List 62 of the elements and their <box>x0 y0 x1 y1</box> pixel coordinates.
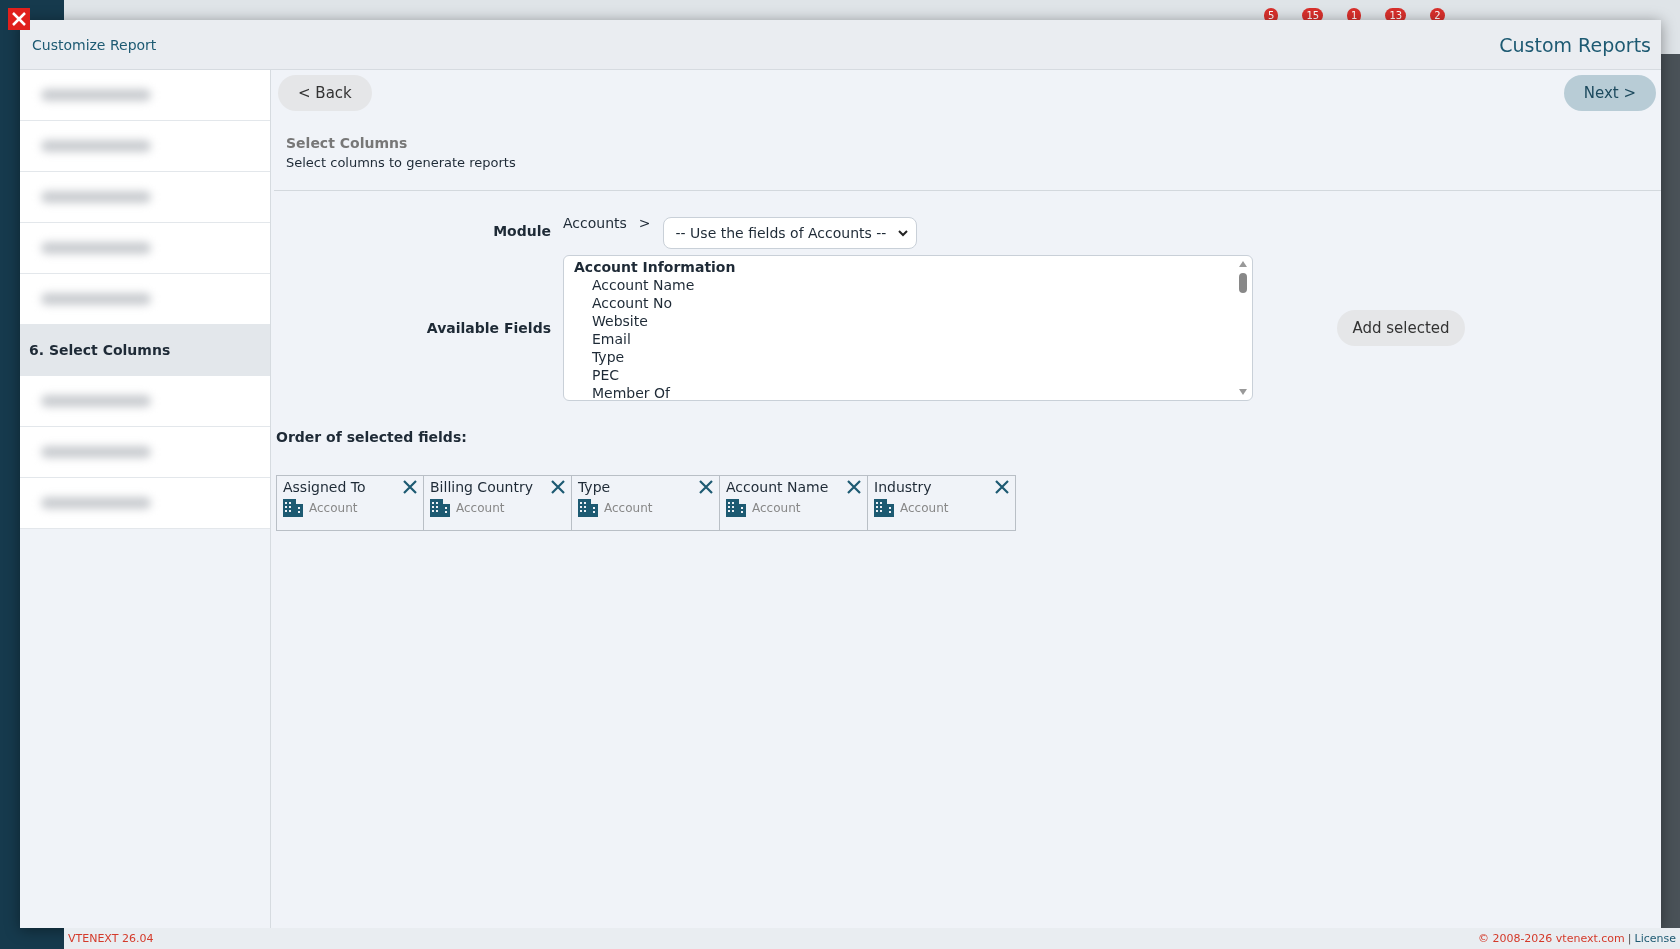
sidebar-item[interactable] <box>20 478 270 529</box>
scrollbar[interactable] <box>1238 260 1248 396</box>
field-name: Assigned To <box>283 479 366 495</box>
sidebar-item[interactable] <box>20 427 270 478</box>
selected-fields-label: Order of selected fields: <box>276 429 468 445</box>
sidebar-item[interactable] <box>20 121 270 172</box>
separator-text: > <box>638 215 651 231</box>
sidebar-item[interactable]: 6. Select Columns <box>20 325 270 376</box>
license-link[interactable]: License <box>1634 932 1676 945</box>
field-name: Industry <box>874 479 932 495</box>
page-heading: Custom Reports <box>1499 33 1651 56</box>
sidebar-item[interactable] <box>20 70 270 121</box>
module-name: Accounts <box>563 215 627 231</box>
field-module: Account <box>604 501 653 515</box>
version-text: VTENEXT 26.04 <box>68 932 154 945</box>
field-module: Account <box>456 501 505 515</box>
remove-icon[interactable] <box>403 480 417 494</box>
back-button[interactable]: < Back <box>278 75 372 111</box>
module-dropdown[interactable]: -- Use the fields of Accounts -- <box>662 217 918 249</box>
building-icon <box>283 499 303 517</box>
building-icon <box>578 499 598 517</box>
list-option[interactable]: Account Name <box>574 276 1252 294</box>
field-label: Module <box>492 223 551 239</box>
list-option[interactable]: PEC <box>574 366 1252 384</box>
sidebar-item[interactable] <box>20 223 270 274</box>
remove-icon[interactable] <box>847 480 861 494</box>
field-name: Type <box>578 479 611 495</box>
section-title: Select Columns <box>286 135 409 151</box>
selected-field-chip[interactable]: Account Name Account <box>720 475 868 531</box>
modal-title: Customize Report <box>32 36 157 53</box>
section-subtitle: Select columns to generate reports <box>286 155 517 170</box>
field-name: Account Name <box>726 479 829 495</box>
list-group-header: Account Information <box>574 258 737 276</box>
building-icon <box>430 499 450 517</box>
available-fields-list[interactable]: Account Information Account Name Account No Website Email Type PEC Member Of <box>563 255 1253 401</box>
sidebar-item[interactable] <box>20 376 270 427</box>
selected-field-chip[interactable]: Industry Account <box>868 475 1016 531</box>
field-label: Available Fields <box>425 320 551 336</box>
sidebar-item[interactable] <box>20 274 270 325</box>
list-option[interactable]: Website <box>574 312 1252 330</box>
field-name: Billing Country <box>430 479 533 495</box>
separator-text: | <box>1627 932 1632 945</box>
sidebar-item[interactable] <box>20 172 270 223</box>
field-module: Account <box>752 501 801 515</box>
chevron-down-icon <box>898 229 909 237</box>
selected-field-chip[interactable]: Assigned To Account <box>276 475 424 531</box>
list-option[interactable]: Type <box>574 348 1252 366</box>
building-icon <box>874 499 894 517</box>
list-option[interactable]: Account No <box>574 294 1252 312</box>
selected-field-chip[interactable]: Billing Country Account <box>424 475 572 531</box>
list-option[interactable]: Email <box>574 330 1252 348</box>
list-option[interactable]: Member Of <box>574 384 1252 402</box>
remove-icon[interactable] <box>551 480 565 494</box>
remove-icon[interactable] <box>995 480 1009 494</box>
copyright-text: © 2008-2026 vtenext.com <box>1477 932 1625 945</box>
selected-field-chip[interactable]: Type Account <box>572 475 720 531</box>
field-module: Account <box>900 501 949 515</box>
remove-icon[interactable] <box>699 480 713 494</box>
building-icon <box>726 499 746 517</box>
field-module: Account <box>309 501 358 515</box>
next-button[interactable]: Next > <box>1563 75 1656 111</box>
add-selected-button[interactable]: Add selected <box>1337 310 1465 346</box>
